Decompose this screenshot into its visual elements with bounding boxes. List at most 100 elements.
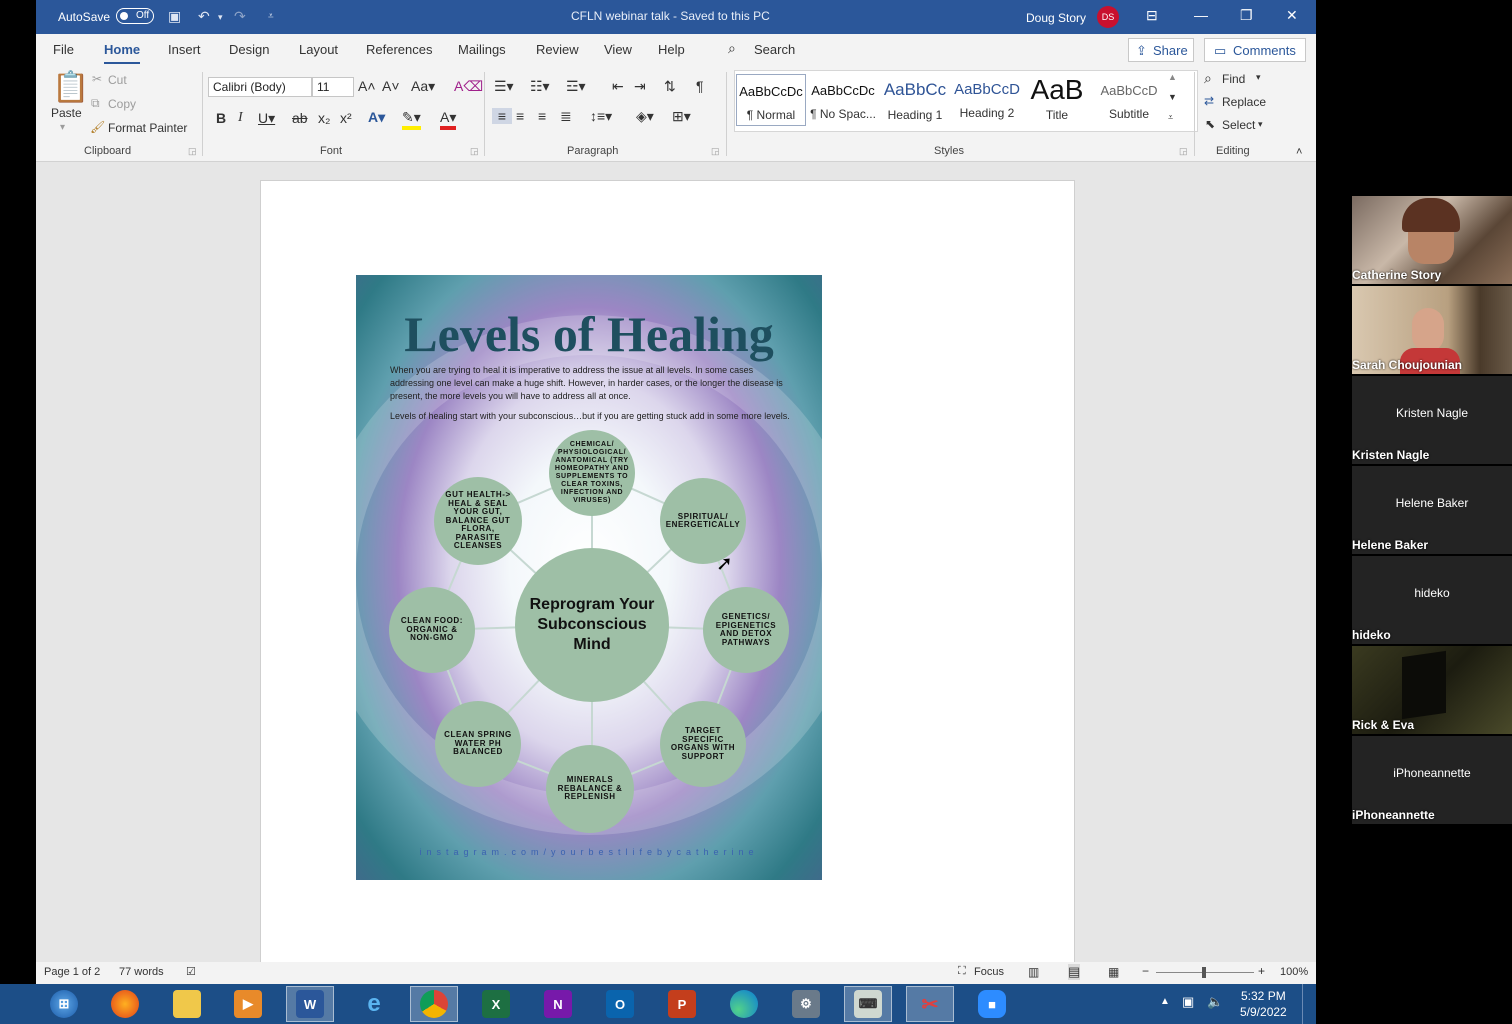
tab-layout[interactable]: Layout	[299, 42, 338, 57]
volume-icon[interactable]: 🔈	[1207, 994, 1223, 1010]
find-dropdown-icon[interactable]: ▾	[1256, 72, 1261, 83]
copy-icon[interactable]: ⧉	[91, 96, 100, 111]
style-heading-2[interactable]: AaBbCcD Heading 2	[952, 74, 1022, 126]
participant-tile[interactable]: Helene Baker Helene Baker	[1352, 466, 1512, 554]
zoom-slider-thumb[interactable]	[1202, 967, 1206, 978]
participant-tile[interactable]: Catherine Story	[1352, 196, 1512, 284]
taskbar-internet-explorer[interactable]: e	[350, 986, 398, 1022]
participant-tile[interactable]: iPhoneannette iPhoneannette	[1352, 736, 1512, 824]
paste-icon[interactable]: 📋	[52, 70, 89, 106]
show-hidden-icons-icon[interactable]: ▲	[1160, 996, 1170, 1007]
taskbar-powerpoint[interactable]: P	[658, 986, 706, 1022]
avatar[interactable]: DS	[1097, 6, 1119, 28]
shading-icon[interactable]: ◈▾	[636, 108, 654, 125]
tab-mailings[interactable]: Mailings	[458, 42, 506, 57]
font-size-select[interactable]: 11	[312, 77, 354, 97]
participant-tile[interactable]: Sarah Choujounian	[1352, 286, 1512, 374]
search-box[interactable]: Search	[754, 42, 795, 57]
select-icon[interactable]: ⬉	[1205, 117, 1215, 131]
taskbar-excel[interactable]: X	[472, 986, 520, 1022]
share-button[interactable]: ⇪ Share	[1128, 38, 1194, 62]
font-launcher-icon[interactable]: ◲	[470, 146, 479, 157]
align-center-icon[interactable]: ≡	[516, 108, 524, 124]
line-spacing-icon[interactable]: ↕≡▾	[590, 108, 612, 125]
taskbar-outlook[interactable]: O	[596, 986, 644, 1022]
proofing-icon[interactable]: ☑	[186, 965, 196, 978]
zoom-level[interactable]: 100%	[1280, 966, 1308, 978]
grow-font-icon[interactable]: A˄	[358, 78, 376, 94]
find-label[interactable]: Find	[1222, 72, 1245, 86]
subscript-icon[interactable]: x₂	[318, 110, 330, 126]
numbering-icon[interactable]: ☷▾	[530, 78, 550, 95]
taskbar-snipping-tool[interactable]: ✂	[906, 986, 954, 1022]
start-button[interactable]: ⊞	[40, 986, 88, 1022]
tab-help[interactable]: Help	[658, 42, 685, 57]
decrease-indent-icon[interactable]: ⇤	[612, 78, 624, 95]
tab-design[interactable]: Design	[229, 42, 269, 57]
save-icon[interactable]: ▣	[168, 8, 181, 25]
autosave-toggle[interactable]: Off	[116, 8, 154, 24]
paragraph-launcher-icon[interactable]: ◲	[711, 146, 720, 157]
font-color-icon[interactable]: A▾	[440, 109, 457, 130]
system-clock[interactable]: 5:32 PM 5/9/2022	[1240, 988, 1287, 1020]
style-title[interactable]: AaB Title	[1022, 74, 1092, 126]
word-count[interactable]: 77 words	[119, 966, 164, 978]
print-layout-icon[interactable]: ▤	[1068, 964, 1081, 980]
tab-references[interactable]: References	[366, 42, 432, 57]
taskbar-onenote[interactable]: N	[534, 986, 582, 1022]
style-normal[interactable]: AaBbCcDc ¶ Normal	[736, 74, 806, 126]
taskbar-zoom[interactable]: ■	[968, 986, 1016, 1022]
sort-icon[interactable]: ⇅	[664, 78, 676, 95]
style-heading-1[interactable]: AaBbCc Heading 1	[880, 74, 950, 126]
customize-qat-icon[interactable]: ⩡	[268, 11, 274, 22]
format-painter-label[interactable]: Format Painter	[108, 121, 187, 135]
collapse-ribbon-icon[interactable]: ˄	[1296, 146, 1302, 158]
paste-label[interactable]: Paste	[51, 106, 82, 120]
select-label[interactable]: Select	[1222, 118, 1255, 132]
find-icon[interactable]: ⌕	[1204, 70, 1212, 87]
styles-scroll-up-icon[interactable]: ▲	[1168, 72, 1177, 82]
taskbar-firefox[interactable]	[101, 986, 149, 1022]
page-count[interactable]: Page 1 of 2	[44, 966, 100, 978]
select-dropdown-icon[interactable]: ▾	[1258, 119, 1263, 130]
style-no-spacing[interactable]: AaBbCcDc ¶ No Spac...	[808, 74, 878, 126]
network-icon[interactable]: ▣	[1182, 994, 1194, 1010]
increase-indent-icon[interactable]: ⇥	[634, 78, 646, 95]
replace-label[interactable]: Replace	[1222, 95, 1266, 109]
align-right-icon[interactable]: ≡	[538, 108, 546, 124]
multilevel-list-icon[interactable]: ☲▾	[566, 78, 586, 95]
align-left-icon[interactable]: ≡	[492, 108, 512, 124]
poster-image[interactable]: Levels of Healing When you are trying to…	[356, 275, 822, 880]
undo-dropdown-icon[interactable]: ▾	[218, 12, 223, 23]
minimize-icon[interactable]: —	[1194, 7, 1208, 23]
taskbar-explorer[interactable]	[163, 986, 211, 1022]
tab-insert[interactable]: Insert	[168, 42, 201, 57]
styles-more-icon[interactable]: ⩡	[1168, 112, 1173, 123]
change-case-icon[interactable]: Aa▾	[411, 78, 435, 95]
format-painter-icon[interactable]: 🖌	[90, 120, 105, 134]
copy-label[interactable]: Copy	[108, 97, 136, 111]
styles-scroll-down-icon[interactable]: ▼	[1168, 92, 1177, 102]
ribbon-display-icon[interactable]: ⊟	[1146, 7, 1158, 24]
focus-label[interactable]: Focus	[974, 966, 1004, 978]
participant-tile[interactable]: Rick & Eva	[1352, 646, 1512, 734]
show-desktop-button[interactable]	[1302, 984, 1316, 1024]
focus-icon[interactable]: ⛶	[958, 965, 966, 978]
highlight-icon[interactable]: ✎▾	[402, 109, 421, 130]
web-layout-icon[interactable]: ▦	[1108, 965, 1119, 979]
taskbar-word[interactable]: W	[286, 986, 334, 1022]
paste-dropdown-icon[interactable]: ▾	[60, 122, 65, 133]
text-effects-icon[interactable]: A▾	[368, 109, 385, 126]
cut-label[interactable]: Cut	[108, 73, 127, 87]
taskbar-keyboard[interactable]: ⌨	[844, 986, 892, 1022]
clear-formatting-icon[interactable]: A⌫	[454, 78, 483, 95]
italic-icon[interactable]: I	[238, 110, 243, 126]
comments-button[interactable]: ▭ Comments	[1204, 38, 1306, 62]
read-mode-icon[interactable]: ▥	[1028, 965, 1039, 979]
redo-icon[interactable]: ↷	[234, 8, 246, 25]
underline-icon[interactable]: U▾	[258, 110, 275, 127]
shrink-font-icon[interactable]: A˅	[382, 78, 400, 94]
style-subtitle[interactable]: AaBbCcD Subtitle	[1094, 74, 1164, 126]
tab-file[interactable]: File	[53, 42, 74, 57]
document-page[interactable]: Levels of Healing When you are trying to…	[260, 180, 1075, 970]
